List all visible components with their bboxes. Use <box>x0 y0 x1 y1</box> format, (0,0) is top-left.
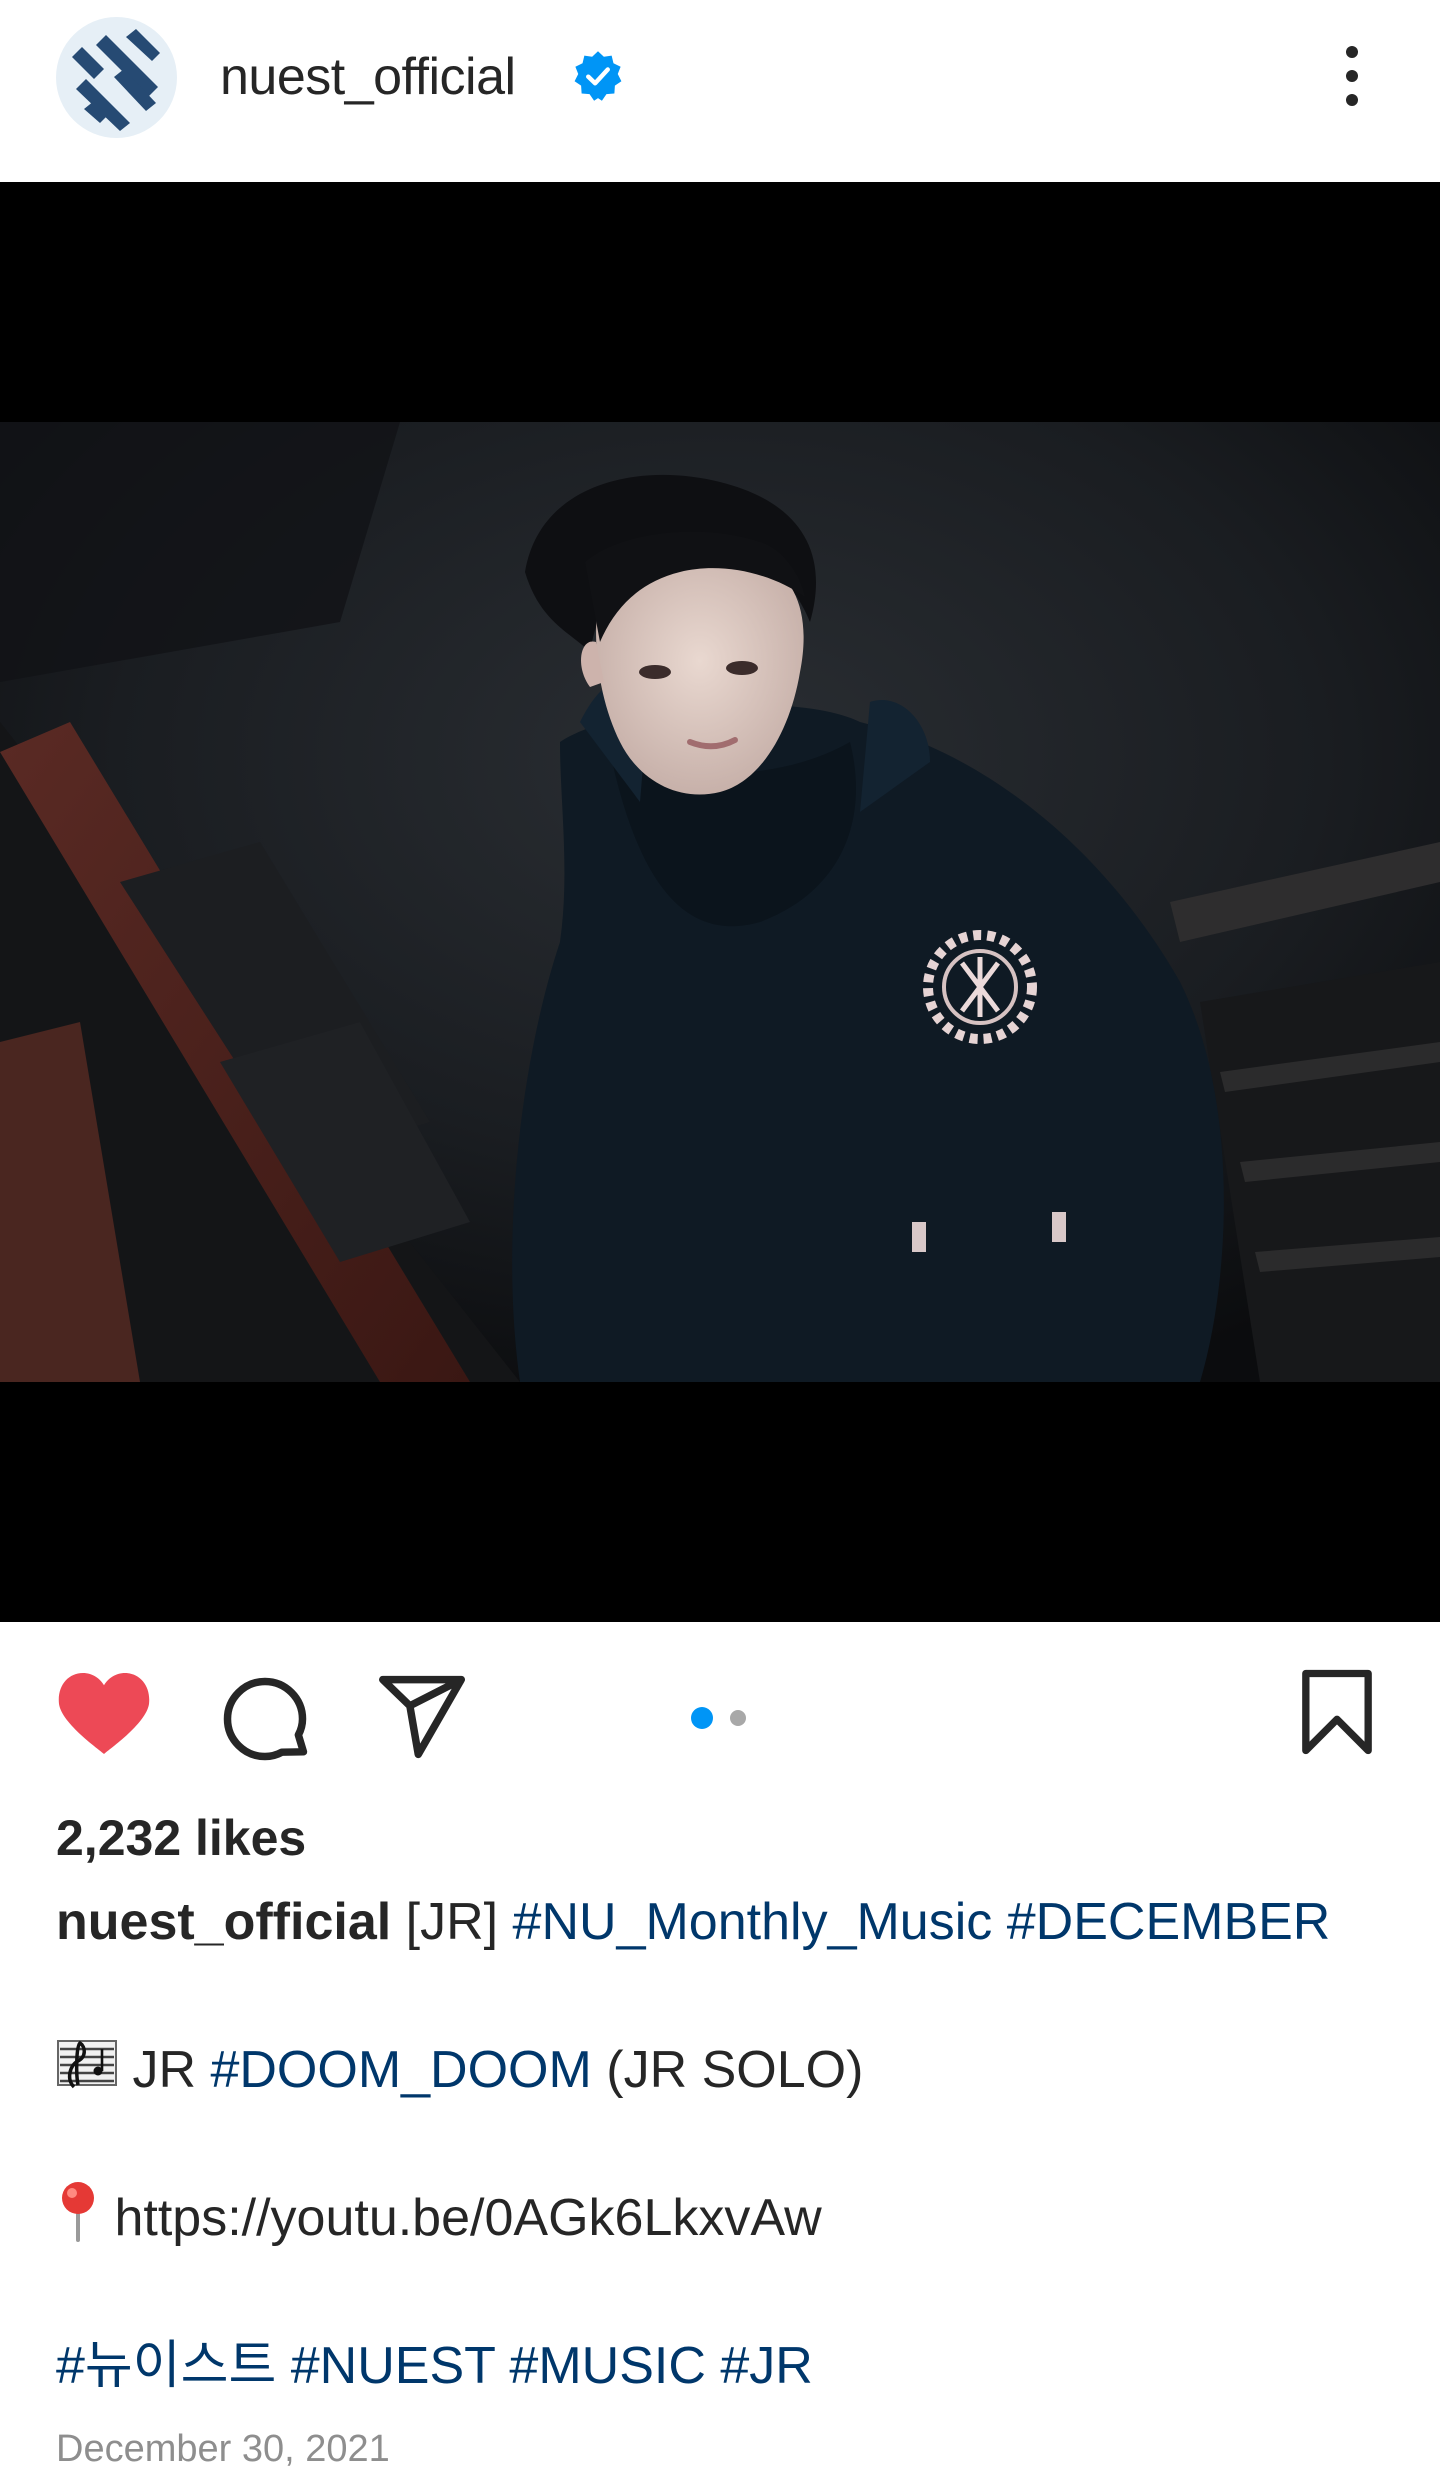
caption-line-2-text: JR #DOOM_DOOM (JR SOLO) <box>132 2041 863 2099</box>
comment-icon[interactable] <box>220 1674 310 1764</box>
carousel-dot <box>730 1710 746 1726</box>
musical-score-emoji <box>56 2035 118 2112</box>
hashtag-link[interactable]: #JR <box>720 2337 812 2395</box>
caption-text: JR <box>132 2041 211 2099</box>
hashtag-link[interactable]: #NU_Monthly_Music <box>513 1893 993 1951</box>
action-bar <box>0 1622 1440 1792</box>
youtube-link[interactable]: https://youtu.be/0AGk6LkxvAw <box>114 2189 821 2247</box>
more-vertical-icon[interactable] <box>1326 40 1378 112</box>
paper-plane-icon[interactable] <box>376 1674 468 1760</box>
verified-badge-icon <box>574 51 622 101</box>
carousel-dot <box>691 1707 713 1729</box>
bookmark-icon[interactable] <box>1300 1668 1374 1756</box>
caption-text: [JR] <box>405 1893 513 1951</box>
caption-text: (JR SOLO) <box>591 2041 864 2099</box>
caption-line-1-text: [JR] #NU_Monthly_Music #DECEMBER <box>406 1893 1331 1951</box>
caption-text <box>992 1893 1006 1951</box>
caption-hashtags: #뉴이스트 #NUEST #MUSIC #JR <box>56 2337 813 2395</box>
caption-text <box>706 2337 720 2395</box>
caption-line-3: https://youtu.be/0AGk6LkxvAw <box>56 2180 822 2263</box>
username[interactable]: nuest_official <box>220 44 516 110</box>
post-photo <box>0 422 1440 1382</box>
caption-author[interactable]: nuest_official <box>56 1893 391 1951</box>
hashtag-link[interactable]: #NUEST <box>291 2337 495 2395</box>
photo-illustration <box>0 422 1440 1382</box>
hashtag-link[interactable]: #DOOM_DOOM <box>210 2041 591 2099</box>
caption-line-2: JR #DOOM_DOOM (JR SOLO) <box>56 2032 863 2112</box>
caption-line-1: nuest_official [JR] #NU_Monthly_Music #D… <box>56 1884 1330 1960</box>
caption-line-4: #뉴이스트 #NUEST #MUSIC #JR <box>56 2328 813 2404</box>
hashtag-link[interactable]: #뉴이스트 <box>56 2337 276 2395</box>
likes-count[interactable]: 2,232 likes <box>56 1808 306 1868</box>
heart-filled-icon[interactable] <box>56 1670 152 1756</box>
caption-text <box>495 2337 509 2395</box>
hashtag-link[interactable]: #DECEMBER <box>1007 1893 1331 1951</box>
caption-text <box>276 2337 290 2395</box>
carousel-indicator <box>691 1707 746 1729</box>
hashtag-link[interactable]: #MUSIC <box>509 2337 705 2395</box>
post-header: nuest_official <box>0 0 1440 182</box>
post-date: December 30, 2021 <box>56 2428 390 2470</box>
avatar[interactable] <box>56 17 177 138</box>
nuest-logo-icon <box>72 29 160 131</box>
round-pushpin-emoji <box>56 2180 100 2263</box>
post-media[interactable] <box>0 182 1440 1622</box>
